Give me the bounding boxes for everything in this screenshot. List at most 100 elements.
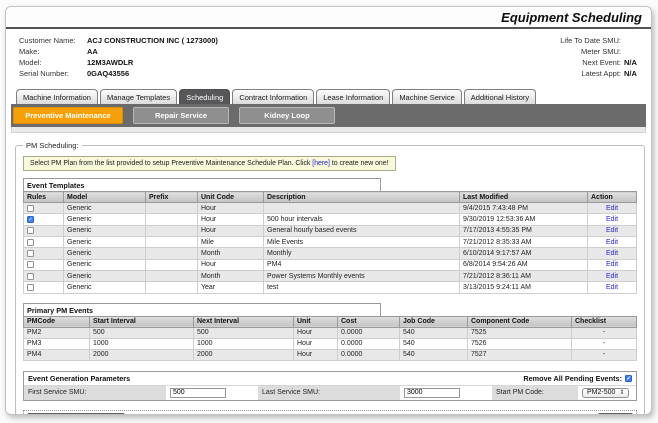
cell-description: General hourly based events: [264, 225, 460, 236]
rule-checkbox[interactable]: [27, 273, 34, 280]
cell-unit: Hour: [294, 338, 338, 349]
page-title: Equipment Scheduling: [501, 10, 642, 25]
cell-unit-code: Month: [198, 248, 264, 259]
cell-model: Generic: [64, 203, 146, 214]
edit-link[interactable]: Edit: [606, 216, 618, 223]
pm-scheduling-legend: PM Scheduling:: [23, 141, 82, 150]
cell-unit-code: Mile: [198, 237, 264, 248]
info-row: Customer Name:ACJ CONSTRUCTION INC ( 127…: [19, 37, 218, 46]
cell-prefix: [146, 237, 198, 248]
cell-description: 500 hour intervals: [264, 214, 460, 225]
cell-last-modified: 7/17/2013 4:55:35 PM: [460, 225, 588, 236]
tab-additional-history[interactable]: Additional History: [464, 89, 536, 104]
cell-action: Edit: [588, 259, 637, 270]
info-label: Latest Appt:: [581, 70, 621, 79]
rule-checkbox[interactable]: [27, 250, 34, 257]
cell-component-code: 7527: [468, 349, 572, 360]
edit-link[interactable]: Edit: [606, 205, 618, 212]
cell-checklist: -: [572, 327, 637, 338]
cell-last-modified: 9/30/2019 12:53:36 AM: [460, 214, 588, 225]
notice-text-post: to create new one!: [330, 160, 389, 167]
cell-model: Generic: [64, 225, 146, 236]
cell-prefix: [146, 203, 198, 214]
tab-manage-templates[interactable]: Manage Templates: [100, 89, 177, 104]
event-generation-title: Event Generation Parameters: [28, 374, 130, 383]
machine-info-left: Customer Name:ACJ CONSTRUCTION INC ( 127…: [19, 37, 218, 81]
select-value: PM2-500: [587, 389, 615, 396]
event-templates-title: Event Templates: [23, 178, 381, 191]
cell-action: Edit: [588, 248, 637, 259]
cell-prefix: [146, 225, 198, 236]
cell-last-modified: 9/4/2015 7:43:48 PM: [460, 203, 588, 214]
primary-pm-events-table: PMCodeStart IntervalNext IntervalUnitCos…: [23, 316, 637, 361]
cell-pmcode: PM3: [24, 338, 90, 349]
event-generation-fields: First Service SMU:Last Service SMU:Start…: [24, 385, 636, 400]
info-label: Next Event:: [582, 59, 621, 68]
field-label-start-pm-code: Start PM Code:: [492, 386, 578, 400]
cell-cost: 0.0000: [338, 338, 400, 349]
cell-rules: [24, 248, 64, 259]
cell-next-interval: 500: [194, 327, 294, 338]
cell-action: Edit: [588, 225, 637, 236]
remove-all-pending-checkbox[interactable]: ✓: [625, 375, 632, 382]
cell-last-modified: 6/10/2014 9:17:57 AM: [460, 248, 588, 259]
create-new-plan-link[interactable]: [here]: [312, 160, 330, 167]
cell-pmcode: PM4: [24, 349, 90, 360]
edit-link[interactable]: Edit: [606, 239, 618, 246]
rule-checkbox[interactable]: ✓: [27, 216, 34, 223]
start-pm-code-select[interactable]: PM2-500 ⇕: [582, 388, 629, 398]
tab-machine-information[interactable]: Machine Information: [16, 89, 98, 104]
rule-checkbox[interactable]: [27, 261, 34, 268]
cell-prefix: [146, 214, 198, 225]
column-header-rules: Rules: [24, 192, 64, 203]
sub-tab-bar: Preventive Maintenance Repair Service Kidn…: [11, 104, 646, 127]
info-label: Meter SMU:: [581, 48, 621, 57]
cell-next-interval: 1000: [194, 338, 294, 349]
tab-contract-information[interactable]: Contract Information: [232, 89, 314, 104]
event-generation-header: Event Generation Parameters Remove All P…: [24, 372, 636, 385]
field-label-last-service-smu: Last Service SMU:: [258, 386, 400, 400]
edit-link[interactable]: Edit: [606, 273, 618, 280]
field-cell-first-service-smu: [166, 386, 258, 400]
edit-link[interactable]: Edit: [606, 261, 618, 268]
tab-lease-information[interactable]: Lease Information: [316, 89, 390, 104]
rule-checkbox[interactable]: [27, 284, 34, 291]
column-header-unit: Unit: [294, 316, 338, 327]
info-label: Serial Number:: [19, 70, 87, 79]
select-stepper-icon: ⇕: [619, 389, 624, 396]
field-cell-last-service-smu: [400, 386, 492, 400]
cell-rules: [24, 271, 64, 282]
subtab-repair-service[interactable]: Repair Service: [133, 107, 229, 124]
last-service-smu-input[interactable]: [404, 388, 460, 398]
rule-checkbox[interactable]: [27, 227, 34, 234]
event-template-row: GenericYeartest3/13/2015 9:24:11 AMEdit: [24, 282, 637, 293]
cell-model: Generic: [64, 282, 146, 293]
submit-button[interactable]: Submit: [598, 413, 633, 415]
subtab-preventive-maintenance[interactable]: Preventive Maintenance: [13, 107, 123, 124]
column-header-cost: Cost: [338, 316, 400, 327]
return-to-working-list-button[interactable]: << Return To Working List: [27, 413, 125, 415]
info-value: [624, 48, 638, 57]
edit-link[interactable]: Edit: [606, 227, 618, 234]
rule-checkbox[interactable]: [27, 205, 34, 212]
first-service-smu-input[interactable]: [170, 388, 226, 398]
cell-unit-code: Hour: [198, 225, 264, 236]
tab-scheduling[interactable]: Scheduling: [179, 89, 230, 104]
subtab-kidney-loop[interactable]: Kidney Loop: [239, 107, 335, 124]
cell-model: Generic: [64, 271, 146, 282]
pm-scheduling-fieldset: PM Scheduling: Select PM Plan from the l…: [15, 141, 645, 415]
column-header-next-interval: Next Interval: [194, 316, 294, 327]
pm-plan-notice: Select PM Plan from the list provided to…: [23, 156, 396, 171]
cell-last-modified: 3/13/2015 9:24:11 AM: [460, 282, 588, 293]
cell-description: Power Systems Monthly events: [264, 271, 460, 282]
cell-checklist: -: [572, 338, 637, 349]
rule-checkbox[interactable]: [27, 239, 34, 246]
cell-unit-code: Hour: [198, 259, 264, 270]
cell-model: Generic: [64, 259, 146, 270]
cell-next-interval: 2000: [194, 349, 294, 360]
tab-machine-service[interactable]: Machine Service: [392, 89, 461, 104]
remove-all-pending-group: Remove All Pending Events: ✓: [523, 374, 632, 383]
edit-link[interactable]: Edit: [606, 250, 618, 257]
column-header-action: Action: [588, 192, 637, 203]
edit-link[interactable]: Edit: [606, 284, 618, 291]
